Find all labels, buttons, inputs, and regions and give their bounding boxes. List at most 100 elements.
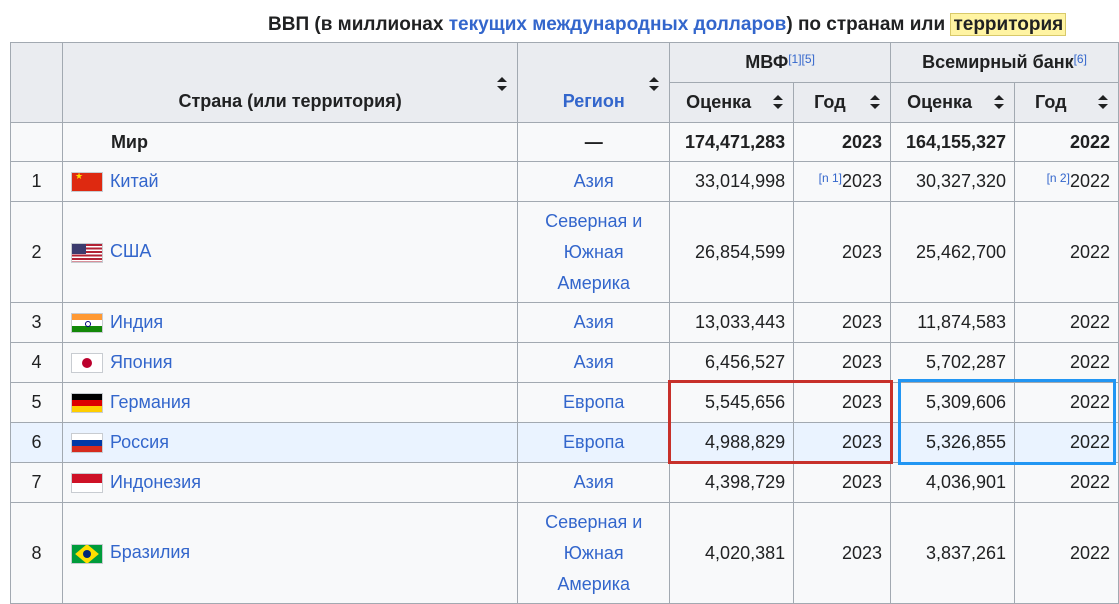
row-region-cell: Азия xyxy=(517,302,671,343)
world-imf-estimate: 174,471,283 xyxy=(669,122,795,162)
wb-estimate-header[interactable]: Оценка xyxy=(890,82,1016,123)
caption-link[interactable]: текущих международных долларов xyxy=(449,14,787,35)
gdp-table: Страна (или территория) Регион МВФ[1][5]… xyxy=(10,42,1119,604)
region-link[interactable]: Северная и xyxy=(526,206,661,237)
row-wb-estimate: 5,702,287 xyxy=(890,342,1016,383)
footnote-link[interactable]: [n 2] xyxy=(1047,171,1070,185)
imf-year-header[interactable]: Год xyxy=(793,82,892,123)
row-imf-year-cell: 2023 xyxy=(793,342,892,383)
region-header[interactable]: Регион xyxy=(517,42,671,123)
row-country-cell: Бразилия xyxy=(61,502,519,604)
rank-header xyxy=(10,42,63,123)
row-region-cell: Азия xyxy=(517,462,671,503)
region-link[interactable]: Азия xyxy=(574,472,614,492)
sort-icon[interactable] xyxy=(773,95,784,109)
row-imf-estimate: 33,014,998 xyxy=(669,161,795,202)
row-rank: 6 xyxy=(10,422,63,463)
wb-year-label: Год xyxy=(1035,92,1067,112)
caption-text-1: ВВП (в миллионах xyxy=(268,14,449,35)
row-imf-year: 2023 xyxy=(842,241,883,262)
imf-refs[interactable]: [1][5] xyxy=(788,52,815,66)
row-rank: 8 xyxy=(10,502,63,604)
wb-year-header[interactable]: Год xyxy=(1014,82,1119,123)
footnote-link[interactable]: [n 1] xyxy=(819,171,842,185)
row-country-cell: Япония xyxy=(61,342,519,383)
row-imf-year: 2023 xyxy=(842,432,883,452)
country-link[interactable]: Россия xyxy=(110,432,169,452)
flag-icon xyxy=(70,242,103,263)
row-imf-year-cell: 2023 xyxy=(793,201,892,303)
wb-refs[interactable]: [6] xyxy=(1074,52,1087,66)
table-row: 5 Германия Европа 5,545,656 2023 5,309,606 202… xyxy=(10,382,1119,423)
row-imf-year-cell: 2023 xyxy=(793,382,892,423)
country-link[interactable]: Китай xyxy=(110,171,159,191)
row-imf-estimate: 4,398,729 xyxy=(669,462,795,503)
flag-icon xyxy=(70,393,103,414)
row-wb-estimate: 25,462,700 xyxy=(890,201,1016,303)
imf-estimate-label: Оценка xyxy=(686,92,752,112)
country-link[interactable]: Индонезия xyxy=(110,472,201,492)
region-header-link[interactable]: Регион xyxy=(563,91,625,111)
row-wb-year-cell: 2022 xyxy=(1014,201,1119,303)
flag-icon xyxy=(70,473,103,494)
row-imf-year: 2023 xyxy=(842,392,883,412)
row-wb-year: 2022 xyxy=(1069,542,1110,563)
table-row: 3 Индия Азия 13,033,443 2023 11,874,583 2022 xyxy=(10,302,1119,343)
region-link[interactable]: Южная xyxy=(526,237,661,268)
region-link[interactable]: Азия xyxy=(574,352,614,372)
row-rank: 4 xyxy=(10,342,63,383)
row-wb-year-cell: 2022 xyxy=(1014,382,1119,423)
row-wb-year-cell: 2022 xyxy=(1014,342,1119,383)
world-rank xyxy=(10,122,63,162)
imf-header: МВФ[1][5] xyxy=(669,42,892,83)
row-rank: 2 xyxy=(10,201,63,303)
region-link[interactable]: Европа xyxy=(563,432,624,452)
region-link[interactable]: Европа xyxy=(563,392,624,412)
table-row: 1КитайАзия33,014,998[n 1]202330,327,320[… xyxy=(10,161,1119,202)
country-link[interactable]: Бразилия xyxy=(110,542,190,562)
flag-icon xyxy=(70,433,103,454)
imf-estimate-header[interactable]: Оценка xyxy=(669,82,795,123)
country-link[interactable]: Индия xyxy=(110,312,163,332)
row-wb-estimate: 11,874,583 xyxy=(890,302,1016,343)
region-link[interactable]: Америка xyxy=(526,569,661,600)
table-row: 2 США Северная и Южная Америка 26,854,599 2023… xyxy=(10,201,1119,303)
row-wb-year: 2022 xyxy=(1069,171,1110,191)
world-imf-year: 2023 xyxy=(793,122,892,162)
country-link[interactable]: Германия xyxy=(110,392,191,412)
table-row: 4 Япония Азия 6,456,527 2023 5,702,287 2022 xyxy=(10,342,1119,383)
sort-icon[interactable] xyxy=(497,77,508,91)
region-link[interactable]: Южная xyxy=(526,538,661,569)
world-region: — xyxy=(517,122,671,162)
world-wb-year: 2022 xyxy=(1014,122,1119,162)
region-link[interactable]: Азия xyxy=(574,312,614,332)
sort-icon[interactable] xyxy=(994,95,1005,109)
sort-icon[interactable] xyxy=(870,95,881,109)
row-wb-year: 2022 xyxy=(1069,241,1110,262)
row-country-cell: Китай xyxy=(61,161,519,202)
row-region-cell: Азия xyxy=(517,342,671,383)
region-link[interactable]: Северная и xyxy=(526,507,661,538)
row-country-cell: Индия xyxy=(61,302,519,343)
row-imf-estimate: 4,988,829 xyxy=(669,422,795,463)
row-wb-year-cell: 2022 xyxy=(1014,422,1119,463)
region-link[interactable]: Азия xyxy=(574,171,614,191)
caption-text-2: ) по странам или xyxy=(786,14,951,35)
row-imf-year-cell: 2023 xyxy=(793,462,892,503)
imf-header-label: МВФ xyxy=(745,52,789,72)
row-wb-year: 2022 xyxy=(1069,352,1110,372)
row-wb-estimate: 3,837,261 xyxy=(890,502,1016,604)
country-link[interactable]: Япония xyxy=(110,352,173,372)
caption-highlight: территория xyxy=(950,13,1067,36)
row-wb-year: 2022 xyxy=(1069,392,1110,412)
row-imf-year-cell: 2023 xyxy=(793,502,892,604)
row-imf-year: 2023 xyxy=(842,472,883,492)
country-header[interactable]: Страна (или территория) xyxy=(61,42,519,123)
row-imf-estimate: 6,456,527 xyxy=(669,342,795,383)
region-link[interactable]: Америка xyxy=(526,268,661,299)
country-link[interactable]: США xyxy=(110,241,152,261)
sort-icon[interactable] xyxy=(1098,95,1108,109)
sort-icon[interactable] xyxy=(649,77,660,91)
row-region-cell: Европа xyxy=(517,382,671,423)
row-imf-year-cell: [n 1]2023 xyxy=(793,161,892,202)
